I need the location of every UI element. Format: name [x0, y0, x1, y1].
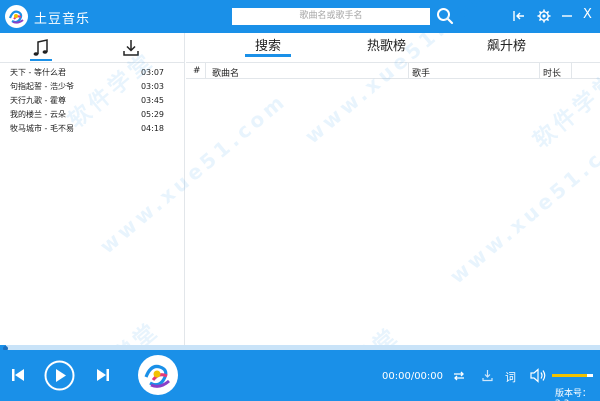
- list-item[interactable]: 天下 - 等什么君 03:07: [0, 66, 185, 80]
- song-title: 天行九歌 - 霍尊: [10, 96, 66, 105]
- song-duration: 03:03: [140, 82, 164, 91]
- app-title: 土豆音乐: [34, 12, 91, 27]
- play-button[interactable]: [44, 360, 75, 394]
- download-song-icon[interactable]: [481, 369, 494, 385]
- song-title: 句指起誓 - 浩少爷: [10, 82, 74, 91]
- column-header-song[interactable]: 歌曲名: [212, 66, 239, 79]
- download-icon[interactable]: [120, 37, 142, 59]
- minimize-icon[interactable]: [560, 9, 574, 23]
- song-duration: 03:45: [140, 96, 164, 105]
- tab-search[interactable]: 搜索: [255, 35, 281, 54]
- song-title: 天下 - 等什么君: [10, 68, 66, 77]
- tab-rising-songs[interactable]: 飙升榜: [487, 35, 526, 54]
- settings-gear-icon[interactable]: [537, 9, 551, 23]
- list-item[interactable]: 天行九歌 - 霍尊 03:45: [0, 94, 185, 108]
- volume-icon[interactable]: [530, 368, 547, 386]
- column-separator: [571, 63, 572, 79]
- lyrics-button[interactable]: 词: [505, 369, 516, 385]
- playback-time: 00:00/00:00: [382, 371, 444, 382]
- song-duration: 05:29: [140, 110, 164, 119]
- mini-mode-icon[interactable]: [512, 9, 526, 23]
- song-duration: 04:18: [140, 124, 164, 133]
- song-title: 牧马城市 - 毛不易: [10, 124, 74, 133]
- column-separator: [408, 63, 409, 79]
- left-panel: 天下 - 等什么君 03:07 句指起誓 - 浩少爷 03:03 天行九歌 - …: [0, 33, 185, 345]
- player-bar: 00:00/00:00 词 版本号：2.3: [0, 350, 600, 401]
- app-logo-icon: [5, 5, 28, 28]
- active-tab-underline: [245, 54, 291, 57]
- list-item[interactable]: 牧马城市 - 毛不易 04:18: [0, 122, 185, 136]
- column-separator: [205, 63, 206, 79]
- tab-hot-songs[interactable]: 热歌榜: [367, 35, 406, 54]
- search-input[interactable]: [232, 8, 430, 25]
- song-title: 我的楼兰 - 云朵: [10, 110, 66, 119]
- title-bar: 土豆音乐 X: [0, 0, 600, 33]
- close-button[interactable]: X: [583, 7, 592, 22]
- left-tab-underline: [30, 59, 52, 61]
- column-header-artist[interactable]: 歌手: [412, 66, 430, 79]
- song-duration: 03:07: [140, 68, 164, 77]
- next-track-icon[interactable]: [95, 367, 111, 386]
- search-icon[interactable]: [436, 7, 454, 25]
- column-separator: [539, 63, 540, 79]
- list-item[interactable]: 句指起誓 - 浩少爷 03:03: [0, 80, 185, 94]
- version-label: 版本号：2.3: [555, 389, 592, 401]
- column-header-index[interactable]: #: [193, 66, 201, 76]
- song-list: 天下 - 等什么君 03:07 句指起誓 - 浩少爷 03:03 天行九歌 - …: [0, 66, 185, 136]
- volume-slider[interactable]: [552, 374, 593, 377]
- column-header-duration[interactable]: 时长: [543, 66, 561, 79]
- list-item[interactable]: 我的楼兰 - 云朵 05:29: [0, 108, 185, 122]
- previous-track-icon[interactable]: [10, 367, 26, 386]
- watermark-url: www.xue51.com: [445, 118, 600, 289]
- repeat-mode-icon[interactable]: [452, 369, 466, 386]
- album-cover[interactable]: [138, 355, 178, 395]
- music-note-icon[interactable]: [30, 37, 52, 59]
- results-table-header: # 歌曲名 歌手 时长: [186, 62, 600, 79]
- divider: [0, 62, 185, 63]
- volume-fill: [552, 374, 587, 377]
